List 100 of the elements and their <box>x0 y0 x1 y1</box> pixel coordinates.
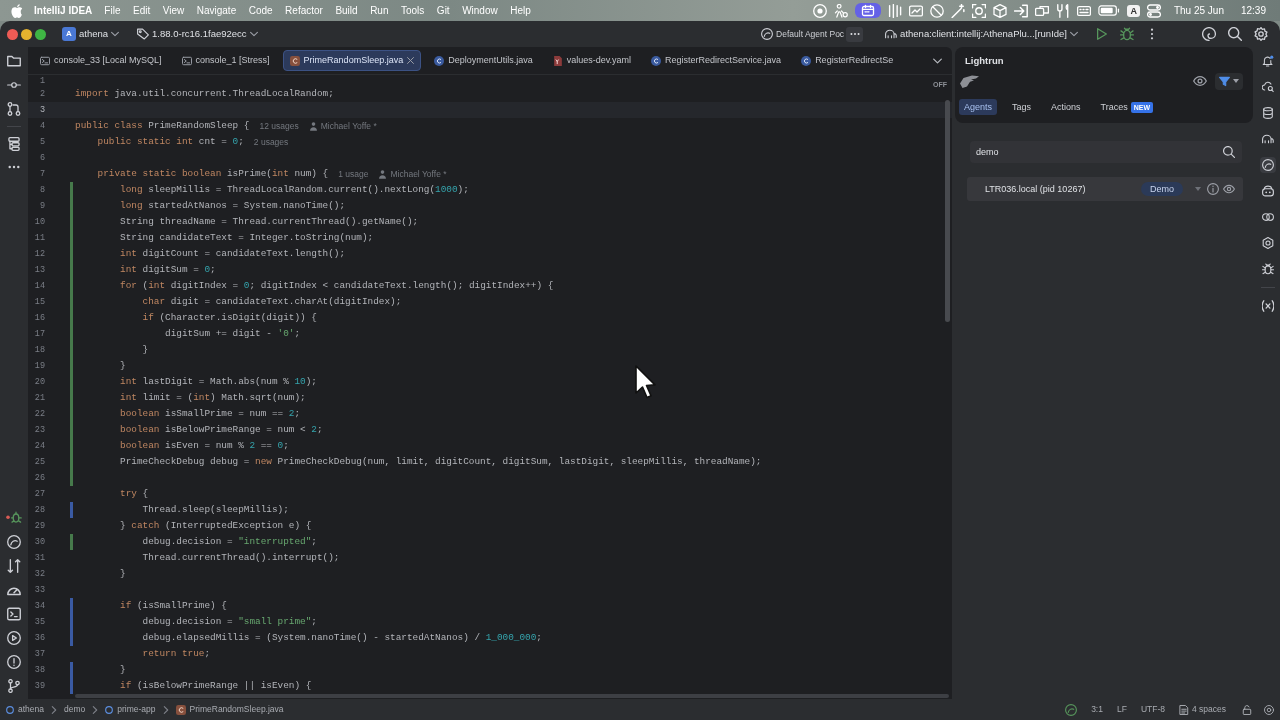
menu-bar-time[interactable]: 12:39 <box>1240 4 1266 17</box>
windows-icon[interactable] <box>1035 3 1050 18</box>
menu-item[interactable]: Code <box>248 4 273 17</box>
change-marker[interactable] <box>70 230 73 246</box>
branch-selector[interactable]: 1.88.0-rc16.1fae92ecc <box>149 28 250 40</box>
menu-item[interactable]: Git <box>436 4 450 17</box>
search-icon[interactable] <box>1223 146 1235 158</box>
run-icon[interactable] <box>1096 28 1108 40</box>
change-marker[interactable] <box>70 294 73 310</box>
change-marker[interactable] <box>70 422 73 438</box>
change-marker[interactable] <box>70 406 73 422</box>
structure-icon[interactable] <box>7 137 21 151</box>
editor-tab[interactable]: RegisterRedirectSe <box>794 50 901 71</box>
swirl-icon[interactable] <box>7 535 21 549</box>
chevron-down-icon[interactable] <box>933 57 942 64</box>
lock-icon[interactable] <box>1242 704 1252 715</box>
file-encoding[interactable]: UTF-8 <box>1140 704 1165 715</box>
chart-icon[interactable] <box>909 3 924 18</box>
menu-item[interactable]: Refactor <box>285 4 323 17</box>
panel-tab[interactable]: Actions <box>1046 98 1086 116</box>
menu-bar-date[interactable]: Thu 25 Jun <box>1173 4 1224 17</box>
search-icon[interactable] <box>1228 27 1242 41</box>
sign-in-icon[interactable] <box>1014 3 1029 18</box>
chevron-down-icon[interactable] <box>249 30 258 38</box>
search-field[interactable]: demo <box>970 141 1242 163</box>
change-marker[interactable] <box>70 278 73 294</box>
document-icon[interactable] <box>1178 704 1189 715</box>
change-marker[interactable] <box>70 310 73 326</box>
editor-tab[interactable]: RegisterRedirectService.java <box>644 50 789 71</box>
close-window-button[interactable] <box>7 28 18 40</box>
change-marker[interactable] <box>70 262 73 278</box>
git-branch-icon[interactable] <box>7 679 21 693</box>
battery-icon[interactable] <box>1098 5 1121 16</box>
change-marker[interactable] <box>70 390 73 406</box>
author-hint[interactable]: Michael Yoffe * <box>320 120 377 132</box>
author-hint[interactable]: Michael Yoffe * <box>390 168 447 180</box>
change-marker[interactable] <box>70 614 73 630</box>
terminal-icon[interactable] <box>7 607 21 621</box>
agent-row[interactable]: LTR036.local (pid 10267) Demo <box>967 177 1243 201</box>
change-marker[interactable] <box>70 534 73 550</box>
more-button[interactable] <box>846 26 864 42</box>
editor-tab[interactable]: values-dev.yaml <box>545 50 639 71</box>
play-circle-icon[interactable] <box>7 631 21 645</box>
variables-icon[interactable] <box>1259 298 1276 314</box>
ring-icon[interactable] <box>1264 704 1274 715</box>
arrows-icon[interactable] <box>7 559 21 573</box>
indentation[interactable]: 4 spaces <box>1191 704 1226 715</box>
apple-icon[interactable] <box>11 3 23 18</box>
change-marker[interactable] <box>70 470 73 486</box>
menu-item[interactable]: Tools <box>401 4 425 17</box>
toggles-icon[interactable] <box>1146 3 1161 18</box>
debug-icon[interactable] <box>6 509 22 525</box>
change-marker[interactable] <box>70 246 73 262</box>
zoom-window-button[interactable] <box>35 28 46 40</box>
usages-hint[interactable]: 1 usage <box>338 168 369 180</box>
change-marker[interactable] <box>70 326 73 342</box>
change-marker[interactable] <box>70 182 73 198</box>
chevron-down-icon[interactable] <box>1070 30 1078 38</box>
alert-icon[interactable] <box>7 655 21 669</box>
breadcrumb[interactable]: athena <box>18 704 44 715</box>
usages-hint[interactable]: 12 usages <box>259 120 299 132</box>
eye-icon[interactable] <box>1193 74 1207 88</box>
spiral-icon[interactable] <box>1202 27 1216 41</box>
menu-item[interactable]: Navigate <box>196 4 237 17</box>
change-marker[interactable] <box>70 598 73 614</box>
editor-tab[interactable]: PrimeRandomSleep.java <box>282 50 422 71</box>
panel-tab[interactable]: Agents <box>959 98 998 116</box>
filter-dropdown[interactable] <box>1215 72 1243 90</box>
menu-item[interactable]: Window <box>462 4 498 17</box>
eye-icon[interactable] <box>1223 183 1235 195</box>
run-configuration-selector[interactable]: athena:client:intellij:AthenaPlu...[runIde] <box>897 28 1070 40</box>
close-icon[interactable] <box>407 57 415 64</box>
change-marker[interactable] <box>70 502 73 518</box>
menu-item[interactable]: Build <box>335 4 358 17</box>
cube-icon[interactable] <box>993 3 1008 18</box>
pull-request-icon[interactable] <box>7 102 21 116</box>
change-marker[interactable] <box>70 662 73 678</box>
caret-position[interactable]: 3:1 <box>1091 704 1103 715</box>
project-selector[interactable]: athena <box>76 28 112 40</box>
editor-tab[interactable]: console_33 [Local MySQL] <box>33 50 169 71</box>
change-marker[interactable] <box>70 454 73 470</box>
breadcrumb[interactable]: demo <box>64 704 86 715</box>
change-marker[interactable] <box>70 374 73 390</box>
change-marker[interactable] <box>70 630 73 646</box>
menu-item[interactable]: Run <box>370 4 389 17</box>
change-marker[interactable] <box>70 198 73 214</box>
keyboard-icon[interactable] <box>1077 3 1092 18</box>
bars-icon[interactable] <box>888 3 903 18</box>
record-icon[interactable] <box>813 3 828 18</box>
chevron-down-icon[interactable] <box>111 30 120 38</box>
editor-tab[interactable]: DeploymentUtils.java <box>427 50 540 71</box>
calendar-icon[interactable] <box>855 3 882 18</box>
swirl-icon[interactable] <box>1259 157 1276 173</box>
change-marker[interactable] <box>70 358 73 374</box>
robot-icon[interactable] <box>1259 183 1276 199</box>
wand-icon[interactable] <box>951 3 966 18</box>
usages-hint[interactable]: 2 usages <box>253 136 289 148</box>
blocked-icon[interactable] <box>930 3 945 18</box>
panel-tab[interactable]: Tags <box>1007 98 1037 116</box>
change-marker[interactable] <box>70 214 73 230</box>
